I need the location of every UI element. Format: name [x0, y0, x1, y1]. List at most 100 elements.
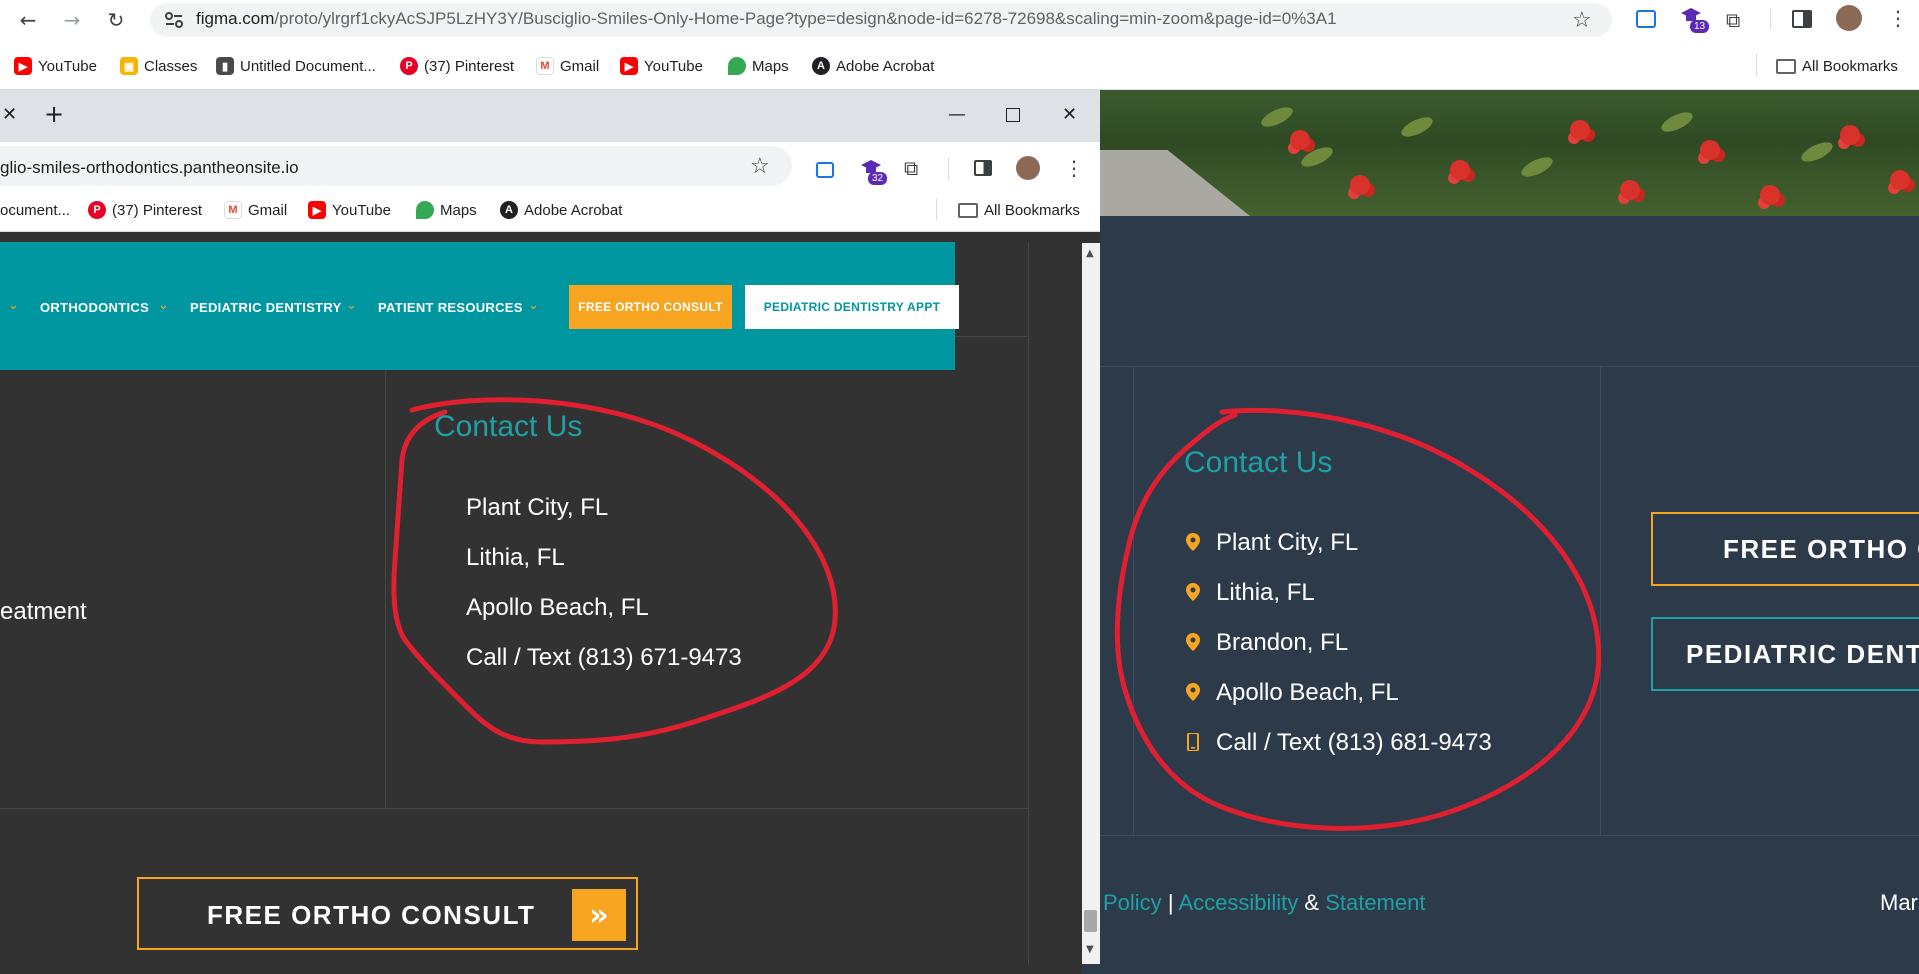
folder-icon	[1776, 58, 1796, 74]
bookmark-adobe-acrobat[interactable]: A Adobe Acrobat	[812, 56, 934, 76]
divider	[1133, 366, 1134, 835]
bookmark-gmail[interactable]: M Gmail	[536, 56, 599, 76]
gmail-icon: M	[536, 57, 554, 75]
location-pin-icon	[1186, 683, 1200, 701]
youtube-icon: ▶	[620, 57, 638, 75]
pinterest-icon: P	[88, 201, 106, 219]
bookmark-adobe-acrobat[interactable]: A Adobe Acrobat	[500, 200, 622, 220]
bookmark-label: Adobe Acrobat	[524, 201, 623, 219]
window-address-url[interactable]: glio-smiles-orthodontics.pantheonsite.io	[0, 158, 299, 178]
nav-free-ortho-consult-button[interactable]: FREE ORTHO CONSULT	[569, 285, 732, 329]
reload-icon[interactable]: ↻	[104, 8, 128, 32]
side-panel-icon[interactable]	[974, 160, 992, 176]
profile-avatar[interactable]	[1016, 156, 1040, 180]
site-settings-icon[interactable]	[164, 11, 184, 29]
bookmark-untitled-document[interactable]: ▮ Untitled Document...	[216, 56, 376, 76]
profile-avatar[interactable]	[1836, 5, 1862, 31]
maximize-icon[interactable]	[1006, 108, 1020, 122]
acrobat-icon: A	[812, 57, 830, 75]
bookmark-label: Classes	[144, 57, 198, 75]
extension-badge: 32	[868, 172, 888, 185]
toolbar-divider	[1770, 8, 1771, 30]
location-pin-icon	[1186, 583, 1200, 601]
extensions-puzzle-icon[interactable]: ⧉	[1726, 8, 1740, 32]
scroll-down-arrow-icon[interactable]: ▼	[1086, 944, 1094, 955]
gmail-icon: M	[224, 201, 242, 219]
chevron-down-icon: ⌄	[8, 298, 19, 313]
pinterest-icon: P	[400, 57, 418, 75]
divider	[955, 336, 1027, 337]
statement-link[interactable]: Statement	[1325, 890, 1425, 915]
all-bookmarks-label: All Bookmarks	[984, 201, 1080, 219]
bookmark-pinterest[interactable]: P (37) Pinterest	[88, 200, 202, 220]
bookmark-untitled-document[interactable]: ocument...	[0, 200, 70, 220]
footer-separator: |	[1167, 890, 1174, 915]
scrollbar-thumb[interactable]	[1084, 910, 1097, 932]
minimize-icon[interactable]: —	[948, 104, 966, 125]
divider	[1028, 242, 1029, 964]
bookmark-youtube[interactable]: ▶ YouTube	[14, 56, 97, 76]
design-contact-title: Contact Us	[1184, 446, 1333, 479]
bookmark-maps[interactable]: Maps	[416, 200, 477, 220]
bookmark-star-icon[interactable]: ☆	[1572, 8, 1592, 33]
site-contact-item: Lithia, FL	[466, 544, 565, 571]
menu-kebab-icon[interactable]: ⋮	[1888, 6, 1908, 30]
bookmark-maps[interactable]: Maps	[728, 56, 789, 76]
bookmark-youtube-2[interactable]: ▶ YouTube	[620, 56, 703, 76]
nav-orthodontics[interactable]: ORTHODONTICS	[40, 300, 149, 315]
bookmark-label: Gmail	[560, 57, 600, 75]
screencast-extension-icon[interactable]	[816, 162, 834, 178]
accessibility-link[interactable]: Accessibility	[1178, 890, 1298, 915]
design-free-ortho-button[interactable]: FREE ORTHO C	[1651, 512, 1919, 586]
design-pediatric-button[interactable]: PEDIATRIC DENTI	[1651, 617, 1919, 691]
extensions-puzzle-icon[interactable]: ⧉	[904, 156, 918, 180]
address-bar-url[interactable]: figma.com/proto/ylrgrf1ckyAcSJP5LzHY3Y/B…	[196, 9, 1337, 29]
folder-icon	[958, 202, 978, 218]
window-close-icon[interactable]: ✕	[1062, 104, 1077, 125]
treatment-link-text[interactable]: eatment	[0, 598, 87, 626]
bookmark-pinterest[interactable]: P (37) Pinterest	[400, 56, 514, 76]
scroll-up-arrow-icon[interactable]: ▲	[1086, 248, 1094, 259]
bookmark-label: Maps	[752, 57, 789, 75]
divider	[385, 370, 386, 808]
design-contact-item: Lithia, FL	[1216, 579, 1315, 606]
side-panel-icon[interactable]	[1792, 10, 1812, 28]
chevron-down-icon: ⌄	[346, 298, 357, 313]
toolbar-divider	[948, 158, 949, 180]
policy-link[interactable]: Policy	[1103, 890, 1162, 915]
new-tab-icon[interactable]: +	[44, 100, 64, 128]
bookmark-label: Adobe Acrobat	[836, 57, 935, 75]
nav-patient-resources[interactable]: PATIENT RESOURCES	[378, 300, 523, 315]
url-host: figma.com	[196, 9, 275, 28]
all-bookmarks[interactable]: All Bookmarks	[958, 200, 1080, 220]
bookmarks-divider	[1756, 54, 1757, 76]
menu-kebab-icon[interactable]: ⋮	[1064, 156, 1084, 180]
site-contact-title: Contact Us	[434, 410, 583, 443]
design-contact-item: Apollo Beach, FL	[1216, 679, 1399, 706]
location-pin-icon	[1186, 533, 1200, 551]
all-bookmarks[interactable]: All Bookmarks	[1776, 56, 1898, 76]
page-scrollbar[interactable]	[1082, 243, 1100, 964]
bookmark-label: (37) Pinterest	[424, 57, 515, 75]
bookmark-label: YouTube	[644, 57, 703, 75]
bookmark-gmail[interactable]: M Gmail	[224, 200, 287, 220]
divider	[1100, 366, 1919, 367]
nav-pediatric-appt-button[interactable]: PEDIATRIC DENTISTRY APPT	[745, 285, 959, 329]
back-icon[interactable]: ←	[16, 8, 40, 32]
nav-pediatric-dentistry[interactable]: PEDIATRIC DENTISTRY	[190, 300, 342, 315]
double-chevron-right-icon: »	[572, 889, 626, 941]
tab-close-icon[interactable]: ✕	[2, 104, 17, 125]
bookmark-label: ocument...	[0, 201, 71, 219]
bookmark-label: Untitled Document...	[240, 57, 376, 75]
screencast-extension-icon[interactable]	[1636, 10, 1656, 28]
bookmark-star-icon[interactable]: ☆	[750, 154, 770, 179]
all-bookmarks-label: All Bookmarks	[1802, 57, 1898, 75]
bookmark-classes[interactable]: ▣ Classes	[120, 56, 197, 76]
url-path: /proto/ylrgrf1ckyAcSJP5LzHY3Y/Busciglio-…	[274, 9, 1337, 28]
footer-ampersand: &	[1304, 890, 1320, 915]
forward-icon[interactable]: →	[60, 8, 84, 32]
chevron-down-icon: ⌄	[158, 298, 169, 313]
divider	[1100, 835, 1919, 836]
bookmark-youtube[interactable]: ▶ YouTube	[308, 200, 391, 220]
bookmark-label: Gmail	[248, 201, 288, 219]
